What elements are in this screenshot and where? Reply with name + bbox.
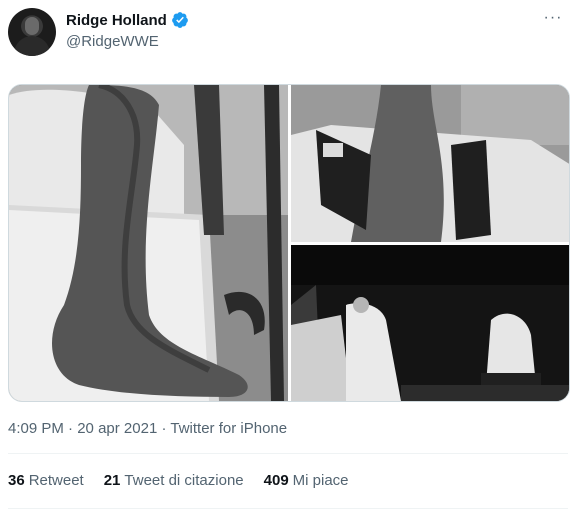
tweet-time[interactable]: 4:09 PM [8,420,64,437]
tweet-timestamp[interactable]: 4:09 PM · 20 apr 2021 · Twitter for iPho… [8,420,287,437]
retweet-count-link[interactable]: 36 Retweet [8,472,84,489]
like-count-link[interactable]: 409 Mi piace [264,472,349,489]
like-label: Mi piace [292,472,349,489]
photo-leg-foot[interactable] [9,85,288,401]
quote-tweet-label: Tweet di citazione [124,472,244,489]
quote-tweet-count: 21 [103,472,121,489]
tweet-date[interactable]: 20 apr 2021 [77,420,157,437]
engagement-stats: 36 Retweet 21 Tweet di citazione 409 Mi pia… [8,472,349,489]
photo-leg-cast[interactable] [291,245,569,401]
author-name-row[interactable]: Ridge Holland [66,11,189,29]
tweet-header: Ridge Holland @RidgeWWE ··· [8,8,568,58]
verified-badge-icon [171,11,189,29]
media-grid [8,84,570,402]
more-horizontal-icon[interactable]: ··· [542,10,564,32]
timestamp-separator: · [161,420,167,437]
avatar[interactable] [8,8,56,56]
retweet-count: 36 [8,472,25,489]
divider [8,453,568,454]
retweet-label: Retweet [28,472,84,489]
like-count: 409 [263,472,289,489]
photo-leg-brace[interactable] [291,85,569,242]
quote-tweet-count-link[interactable]: 21 Tweet di citazione [104,472,244,489]
tweet-source[interactable]: Twitter for iPhone [170,420,287,437]
author-display-name[interactable]: Ridge Holland [66,12,167,29]
author-handle[interactable]: @RidgeWWE [66,33,159,50]
timestamp-separator: · [68,420,74,437]
